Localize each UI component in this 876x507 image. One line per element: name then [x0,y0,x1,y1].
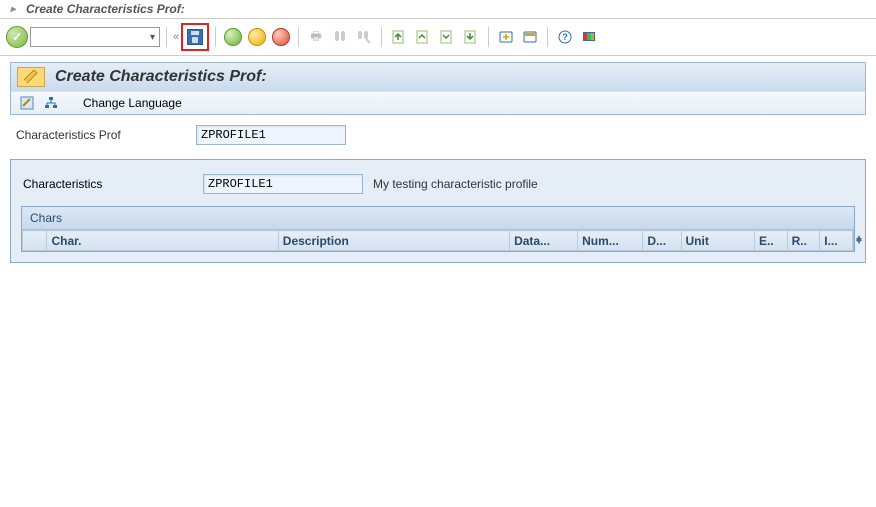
save-highlight [181,23,209,51]
save-button[interactable] [184,26,206,48]
col-unit-header[interactable]: Unit [681,231,754,251]
new-session-button[interactable] [495,26,517,48]
col-char-header[interactable]: Char. [47,231,278,251]
characteristics-label: Characteristics [23,177,193,191]
toolbar-separator [547,27,548,47]
col-desc-header[interactable]: Description [278,231,509,251]
back-icon [224,28,242,46]
chars-grid: Chars Char. Description [21,206,855,252]
help-button[interactable]: ? [554,26,576,48]
find-next-button [353,26,375,48]
panel-title: Create Characteristics Prof: [55,68,267,86]
window-title: Create Characteristics Prof: [26,2,185,16]
col-data-header[interactable]: Data... [510,231,578,251]
profile-label: Characteristics Prof [16,128,186,142]
customize-button[interactable] [578,26,600,48]
layout-button[interactable] [519,26,541,48]
characteristics-description: My testing characteristic profile [373,177,538,191]
title-bar: ▸ Create Characteristics Prof: [0,0,876,19]
pencil-icon[interactable] [19,95,35,111]
main-toolbar: ✓ « 🖶 ? [0,19,876,56]
print-button: 🖶 [305,26,327,48]
panel-subtoolbar: Change Language [10,91,866,115]
prev-arrows-icon[interactable]: « [173,31,179,43]
toolbar-separator [166,27,167,47]
tab-char-page: Characteristics My testing characteristi… [10,160,866,263]
header-row: Char. Description Data... Num... D... Un… [23,231,853,251]
col-d-header[interactable]: D... [643,231,681,251]
exit-button[interactable] [246,26,268,48]
vertical-scrollbar[interactable]: ▲ ▼ [853,230,854,251]
command-field[interactable] [30,27,160,47]
select-all-header[interactable] [23,231,47,251]
characteristics-input[interactable] [203,174,363,194]
back-button[interactable] [222,26,244,48]
chars-table: Char. Description Data... Num... D... Un… [22,230,853,251]
cancel-button[interactable] [270,26,292,48]
toolbar-separator [488,27,489,47]
toolbar-separator [215,27,216,47]
toolbar-separator [381,27,382,47]
col-e-header[interactable]: E.. [754,231,787,251]
profile-input[interactable] [196,125,346,145]
characteristics-row: Characteristics My testing characteristi… [21,170,855,206]
save-icon [187,29,203,45]
toolbar-separator [298,27,299,47]
last-page-button[interactable] [460,26,482,48]
exit-icon [248,28,266,46]
menu-dropdown-icon[interactable]: ▸ [6,2,20,16]
panel-header-icon[interactable] [17,67,45,87]
panel-header: Create Characteristics Prof: [10,62,866,91]
cancel-icon [272,28,290,46]
first-page-button[interactable] [388,26,410,48]
grid-title: Chars [22,207,854,230]
content-panel: Create Characteristics Prof: Change Lang… [0,56,876,263]
find-button [329,26,351,48]
svg-text:?: ? [562,32,568,42]
next-page-button[interactable] [436,26,458,48]
hierarchy-icon[interactable] [43,95,59,111]
enter-button[interactable]: ✓ [6,26,28,48]
col-num-header[interactable]: Num... [578,231,643,251]
col-i-header[interactable]: I... [820,231,853,251]
change-language-link[interactable]: Change Language [83,96,182,110]
col-r-header[interactable]: R.. [787,231,820,251]
profile-row: Characteristics Prof [10,115,866,159]
prev-page-button[interactable] [412,26,434,48]
